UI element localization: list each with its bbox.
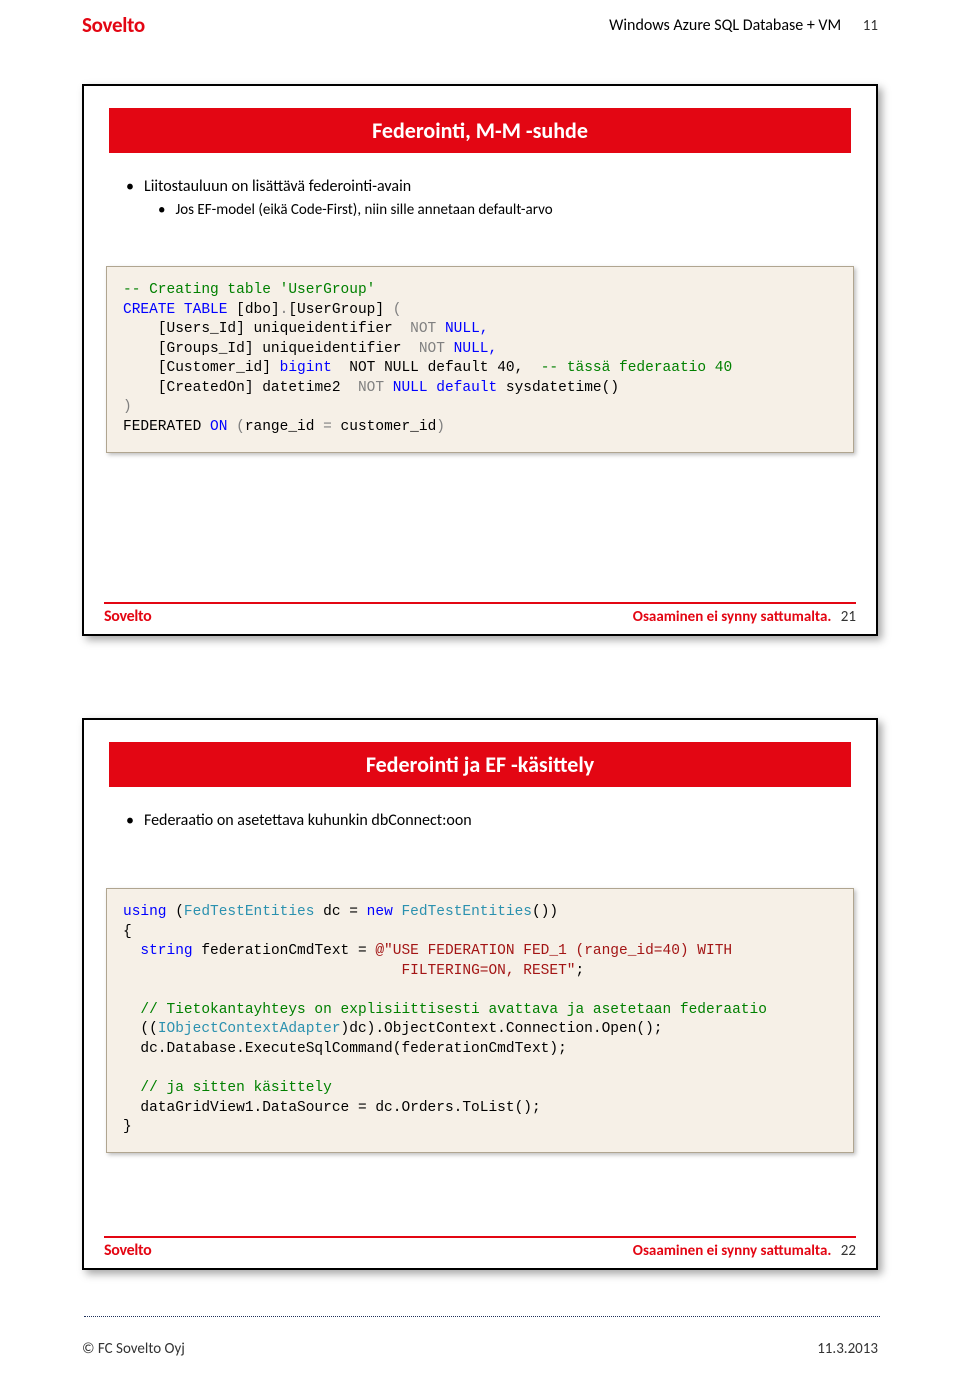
header-right: Windows Azure SQL Database + VM 11 [609, 16, 878, 35]
t: [UserGroup] [288, 302, 384, 318]
t: new [367, 904, 393, 920]
t: NULL [384, 380, 428, 396]
t: [Groups_Id] uniqueidentifier [123, 341, 419, 357]
t: [Customer_id] [123, 360, 280, 376]
t: ) [436, 419, 445, 435]
logo: Sovelto [82, 12, 145, 38]
t: FEDERATED [123, 419, 210, 435]
footer-logo: Sovelto [104, 1241, 151, 1260]
t: NULL, [436, 321, 488, 337]
t: ( [227, 419, 244, 435]
slide-1: Federointi, M-M -suhde Liitostauluun on … [82, 84, 878, 636]
doc-footer: © FC Sovelto Oyj 11.3.2013 [82, 1340, 878, 1358]
t: ; [575, 963, 584, 979]
footer-tagline: Osaaminen ei synny sattumalta. 21 [633, 608, 856, 626]
t: [CreatedOn] datetime2 [123, 380, 358, 396]
t: FILTERING=ON, RESET" [123, 963, 575, 979]
slide-footer: Sovelto Osaaminen ei synny sattumalta. 2… [104, 602, 856, 626]
t: ( [384, 302, 401, 318]
bullet-list: Liitostauluun on lisättävä federointi-av… [114, 176, 846, 222]
t: NOT [419, 341, 445, 357]
doc-header: Sovelto Windows Azure SQL Database + VM … [82, 12, 878, 38]
bullet-list: Federaatio on asetettava kuhunkin dbConn… [114, 810, 846, 834]
t: TABLE [175, 302, 227, 318]
t: NOT NULL default [332, 360, 489, 376]
t: using [123, 904, 167, 920]
code-block-sql: -- Creating table 'UserGroup' CREATE TAB… [106, 266, 854, 453]
t: = [323, 419, 332, 435]
slide-2: Federointi ja EF -käsittely Federaatio o… [82, 718, 878, 1270]
slide-number: 21 [841, 608, 856, 626]
code-line: -- Creating table 'UserGroup' [123, 282, 375, 298]
t: ()) [532, 904, 558, 920]
slide-number: 22 [841, 1242, 856, 1260]
t: { [123, 924, 132, 940]
doc-page-number: 11 [863, 17, 878, 35]
t: federationCmdText = [193, 943, 376, 959]
t: customer_id [332, 419, 436, 435]
t: // ja sitten käsittely [123, 1080, 332, 1096]
t: -- tässä federaatio 40 [541, 360, 732, 376]
t: [dbo] [227, 302, 279, 318]
t [123, 943, 140, 959]
slide-title: Federointi, M-M -suhde [109, 108, 851, 153]
footer-tagline: Osaaminen ei synny sattumalta. 22 [633, 1242, 856, 1260]
t: Osaaminen ei synny sattumalta. [633, 608, 832, 626]
bullet: Liitostauluun on lisättävä federointi-av… [114, 176, 846, 198]
slide-footer: Sovelto Osaaminen ei synny sattumalta. 2… [104, 1236, 856, 1260]
code-block-csharp: using (FedTestEntities dc = new FedTestE… [106, 888, 854, 1153]
t: [Users_Id] uniqueidentifier [123, 321, 410, 337]
t: FedTestEntities [184, 904, 315, 920]
t: ON [210, 419, 227, 435]
t: dc.Database.ExecuteSqlCommand(federation… [123, 1041, 567, 1057]
slide-title: Federointi ja EF -käsittely [109, 742, 851, 787]
t: NOT [410, 321, 436, 337]
t: sysdatetime() [497, 380, 619, 396]
t: // Tietokantayhteys on explisiittisesti … [123, 1002, 767, 1018]
t: NOT [358, 380, 384, 396]
t: @"USE FEDERATION FED_1 (range_id=40) WIT… [375, 943, 732, 959]
t: FedTestEntities [401, 904, 532, 920]
t: NULL, [445, 341, 497, 357]
t: 40, [489, 360, 541, 376]
t: ( [167, 904, 184, 920]
t: default [428, 380, 498, 396]
t: ) [123, 399, 132, 415]
divider [84, 1316, 880, 1317]
t: IObjectContextAdapter [158, 1021, 341, 1037]
t: )dc).ObjectContext.Connection.Open(); [341, 1021, 663, 1037]
doc-title: Windows Azure SQL Database + VM [609, 16, 841, 35]
t: range_id [245, 419, 323, 435]
t: } [123, 1119, 132, 1135]
doc-date: 11.3.2013 [817, 1340, 878, 1358]
t: Osaaminen ei synny sattumalta. [633, 1242, 832, 1260]
t: string [140, 943, 192, 959]
t: bigint [280, 360, 332, 376]
t: dataGridView1.DataSource = dc.Orders.ToL… [123, 1100, 541, 1116]
t: (( [123, 1021, 158, 1037]
t: dc = [314, 904, 366, 920]
bullet: Federaatio on asetettava kuhunkin dbConn… [114, 810, 846, 832]
footer-logo: Sovelto [104, 607, 151, 626]
copyright: © FC Sovelto Oyj [82, 1340, 185, 1358]
t: CREATE [123, 302, 175, 318]
bullet: Jos EF-model (eikä Code-First), niin sil… [114, 200, 846, 220]
